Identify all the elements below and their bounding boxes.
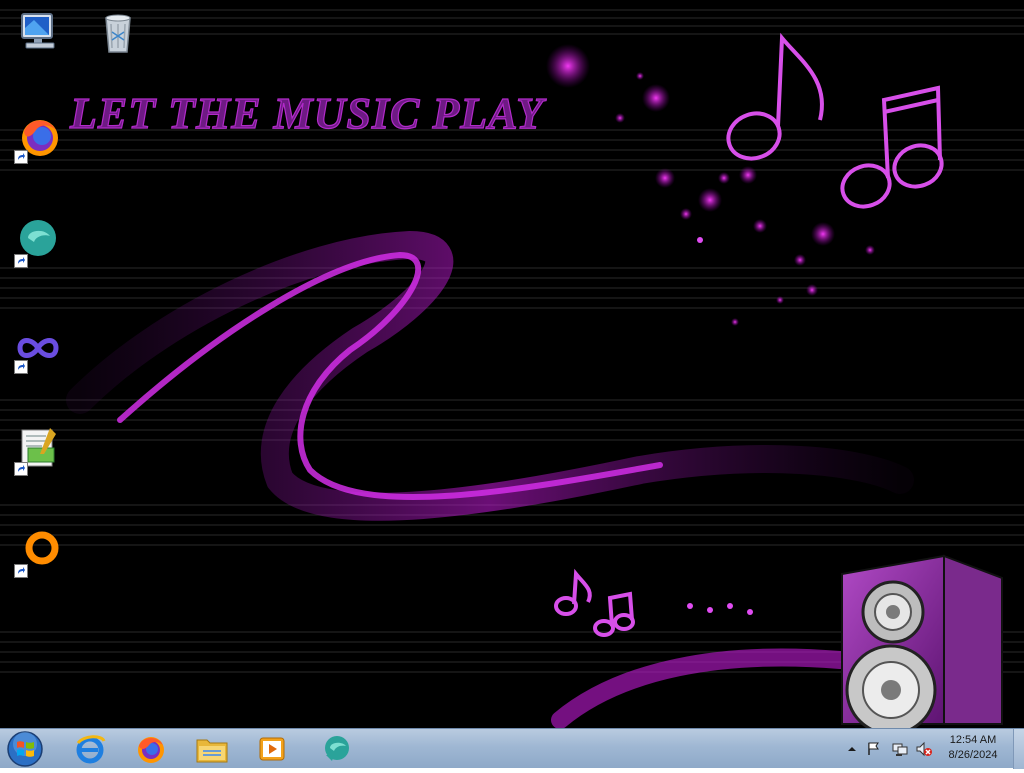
- chat-app-icon: [325, 736, 349, 761]
- system-clock[interactable]: 12:54 AM 8/26/2024: [938, 733, 1008, 763]
- media-player-icon: [259, 737, 285, 761]
- taskbar: 12:54 AM 8/26/2024: [0, 728, 1024, 769]
- orange-ring-app-shortcut[interactable]: [10, 522, 66, 578]
- wallpaper-title: LET THE MUSIC PLAY: [69, 89, 547, 138]
- firefox-icon: [138, 737, 164, 763]
- volume-muted-icon[interactable]: [916, 741, 932, 757]
- clock-time: 12:54 AM: [949, 734, 997, 746]
- taskbar-file-explorer[interactable]: [186, 731, 238, 767]
- shortcut-arrow-icon: [14, 254, 28, 268]
- speaker-graphic: [841, 554, 1003, 728]
- text-editor-shortcut[interactable]: [10, 420, 66, 476]
- action-center-flag-icon[interactable]: [866, 741, 882, 757]
- taskbar-internet-explorer[interactable]: [64, 731, 116, 767]
- file-explorer-icon: [196, 739, 228, 763]
- internet-explorer-icon: [76, 735, 106, 764]
- purple-swirl: [66, 230, 914, 728]
- desktop[interactable]: LET THE MUSIC PLAY: [0, 0, 1024, 728]
- shortcut-arrow-icon: [14, 462, 28, 476]
- clock-date: 8/26/2024: [948, 749, 998, 761]
- show-hidden-icons[interactable]: [844, 741, 860, 757]
- start-button[interactable]: [6, 730, 44, 768]
- chevron-up-icon: [848, 747, 856, 751]
- recycle-bin-icon[interactable]: [90, 4, 146, 60]
- wallpaper: LET THE MUSIC PLAY: [0, 9, 1024, 728]
- taskbar-firefox[interactable]: [124, 731, 176, 767]
- windows-logo-icon: [7, 731, 43, 767]
- taskbar-chat-app[interactable]: [310, 731, 362, 767]
- chat-app-shortcut[interactable]: [10, 212, 66, 268]
- firefox-shortcut[interactable]: [10, 108, 66, 164]
- infinity-app-shortcut[interactable]: [10, 318, 66, 374]
- computer-icon[interactable]: [10, 4, 66, 60]
- taskbar-media-player[interactable]: [246, 731, 298, 767]
- shortcut-arrow-icon: [14, 564, 28, 578]
- network-icon[interactable]: [892, 741, 908, 757]
- show-desktop-button[interactable]: [1013, 729, 1024, 769]
- shortcut-arrow-icon: [14, 360, 28, 374]
- shortcut-arrow-icon: [14, 150, 28, 164]
